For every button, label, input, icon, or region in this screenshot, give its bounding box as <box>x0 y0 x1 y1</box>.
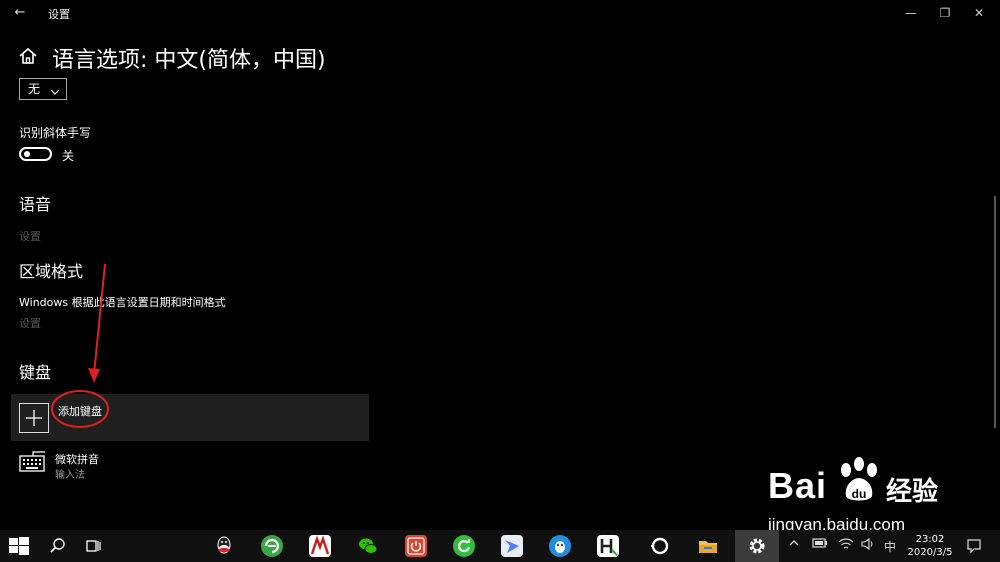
watermark-brand: Bai <box>768 465 828 506</box>
refresh-app-icon[interactable] <box>453 535 475 557</box>
qq-icon[interactable] <box>213 535 235 557</box>
chevron-down-icon <box>50 83 60 95</box>
baidu-paw-logo-icon: du <box>841 457 877 501</box>
notification-icon[interactable] <box>966 538 982 554</box>
window-title: 设置 <box>48 8 70 21</box>
speech-settings-link[interactable]: 设置 <box>19 228 41 244</box>
search-icon[interactable] <box>49 537 67 555</box>
watermark-suffix: 经验 <box>886 477 939 507</box>
start-windows-icon[interactable] <box>9 537 29 555</box>
speech-heading: 语音 <box>19 195 52 214</box>
back-arrow-icon[interactable]: ← <box>10 4 30 22</box>
italic-handwriting-label: 识别斜体手写 <box>19 126 92 140</box>
feishu-icon[interactable] <box>501 535 523 557</box>
annotation-circle <box>51 390 109 428</box>
keyboard-item-subtitle: 输入法 <box>55 470 85 481</box>
region-description: Windows 根据此语言设置日期和时间格式 <box>19 296 226 309</box>
italic-handwriting-toggle[interactable] <box>19 147 52 161</box>
keyboard-heading: 键盘 <box>19 363 52 382</box>
title-bar <box>0 0 1000 28</box>
home-icon[interactable] <box>18 46 38 66</box>
toggle-knob <box>24 151 30 157</box>
browser-icon[interactable] <box>261 535 283 557</box>
hbuilder-icon[interactable] <box>597 535 619 557</box>
file-explorer-icon[interactable] <box>697 535 719 557</box>
ime-indicator[interactable]: 中 <box>884 538 896 555</box>
red-app-icon[interactable] <box>309 535 331 557</box>
task-view-icon[interactable] <box>85 537 103 555</box>
dropdown-value: 无 <box>28 82 41 96</box>
battery-icon[interactable] <box>812 537 828 553</box>
clock-time: 23:02 <box>915 534 945 545</box>
wechat-icon[interactable] <box>357 535 379 557</box>
clock-date: 2020/3/5 <box>907 547 953 558</box>
penguin-app-icon[interactable] <box>549 535 571 557</box>
keyboard-icon <box>19 451 47 473</box>
handwriting-dropdown[interactable]: 无 <box>19 78 67 100</box>
region-settings-link[interactable]: 设置 <box>19 315 41 331</box>
minimize-button[interactable]: — <box>896 4 926 22</box>
taskbar-clock[interactable]: 23:02 2020/3/5 <box>906 533 954 559</box>
svg-text:du: du <box>852 487 867 501</box>
region-heading: 区域格式 <box>19 262 84 281</box>
tray-overflow-chevron-icon[interactable] <box>788 537 800 553</box>
volume-icon[interactable] <box>861 537 875 555</box>
wifi-icon[interactable] <box>838 537 854 555</box>
settings-icon[interactable] <box>746 535 768 557</box>
scrollbar[interactable] <box>994 196 996 428</box>
restore-button[interactable]: ❐ <box>930 4 960 22</box>
add-keyboard-plus-icon[interactable] <box>19 403 49 433</box>
annotation-arrow <box>88 263 106 383</box>
toggle-state-label: 关 <box>62 149 75 163</box>
keyboard-item-name[interactable]: 微软拼音 <box>55 451 99 467</box>
page-title: 语言选项: 中文(简体，中国) <box>52 48 326 73</box>
power-app-icon[interactable] <box>405 535 427 557</box>
close-button[interactable]: ✕ <box>964 4 994 22</box>
circle-app-icon[interactable] <box>649 535 671 557</box>
